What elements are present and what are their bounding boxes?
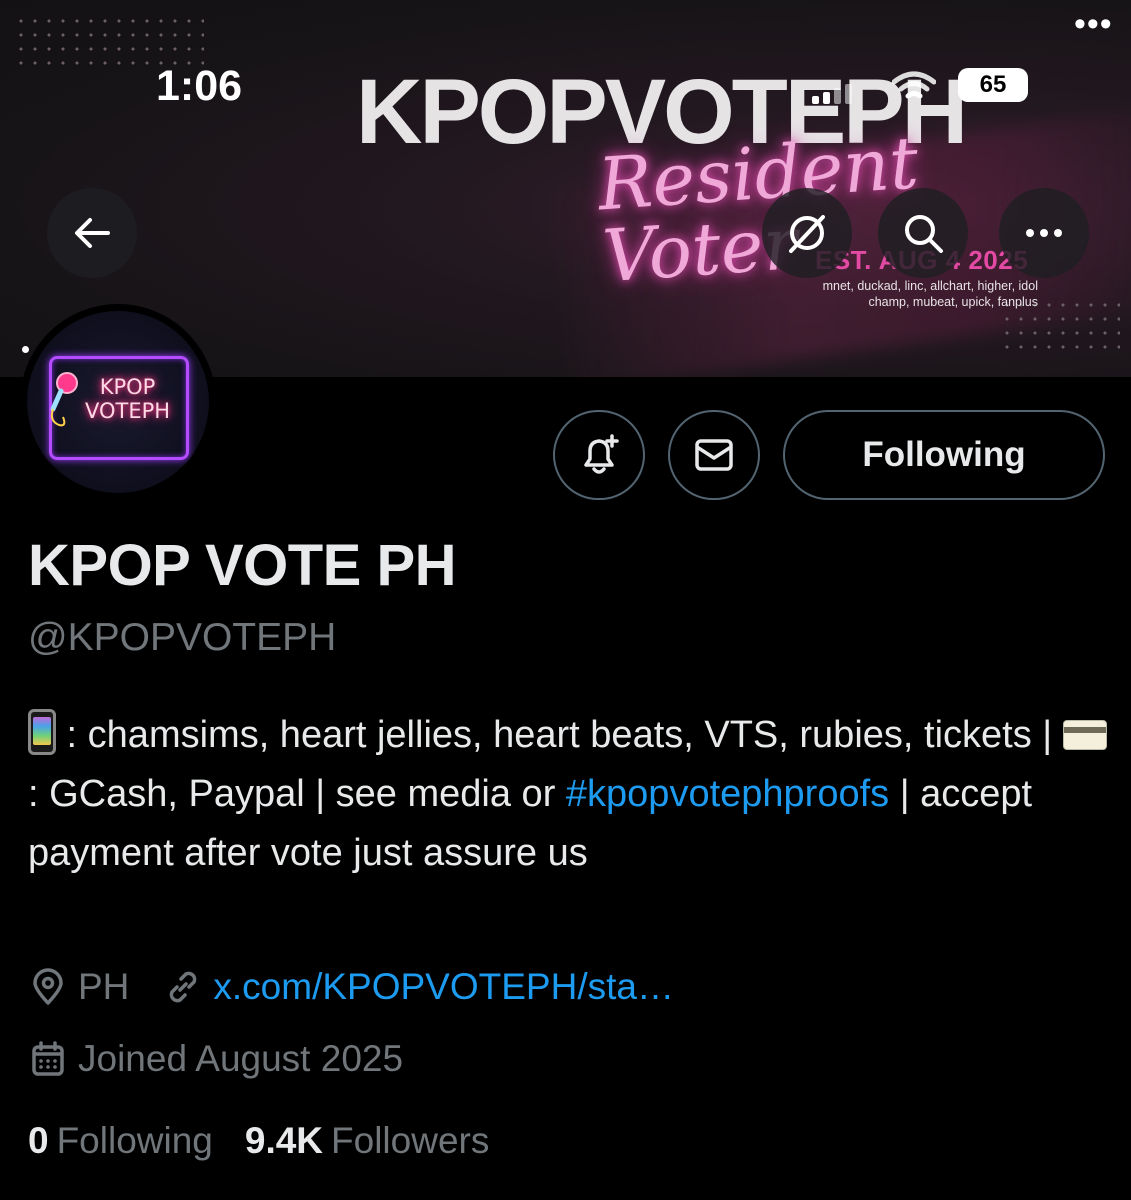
mail-icon (695, 439, 733, 471)
avatar-logo-text: KPOP VOTEPH (85, 375, 170, 423)
profile-meta-location-link: PH x.com/KPOPVOTEPH/sta… (28, 966, 708, 1008)
avatar-image: KPOP VOTEPH (27, 311, 209, 493)
bio-part-2: : GCash, Paypal | see media or (28, 773, 566, 815)
follow-stats: 0 Following 9.4K Followers (28, 1120, 521, 1162)
bell-plus-icon (584, 434, 619, 474)
cell-signal-icon (812, 84, 852, 104)
bio-part-1: : chamsims, heart jellies, heart beats, … (56, 714, 1063, 756)
banner-platforms-line2: champ, mubeat, upick, fanplus (868, 295, 1038, 310)
location-text: PH (78, 966, 130, 1007)
profile-meta-joined: Joined August 2025 (28, 1038, 437, 1080)
avatar[interactable]: KPOP VOTEPH (20, 304, 216, 500)
joined-date: Joined August 2025 (78, 1038, 404, 1079)
back-arrow-icon (75, 218, 110, 248)
notifications-button[interactable] (553, 410, 645, 500)
followers-count-link[interactable]: 9.4K Followers (245, 1120, 489, 1162)
more-options-button[interactable] (999, 188, 1089, 278)
avatar-line1: KPOP (99, 375, 156, 399)
calendar-icon (32, 1041, 64, 1076)
search-icon (905, 215, 943, 253)
username-handle: @KPOPVOTEPH (28, 616, 337, 659)
profile-bio: : chamsims, heart jellies, heart beats, … (28, 706, 1108, 883)
followers-label: Followers (331, 1120, 490, 1161)
avatar-line2: VOTEPH (85, 399, 171, 423)
link-icon (170, 971, 197, 1003)
banner-platform-list: mnet, duckad, linc, allchart, higher, id… (818, 278, 1038, 311)
microphone-icon (50, 372, 78, 427)
followers-count: 9.4K (244, 1120, 324, 1161)
display-name: KPOP VOTE PH (28, 533, 457, 598)
joined-item: Joined August 2025 (28, 1038, 403, 1080)
more-icon (1026, 229, 1062, 237)
bio-hashtag-link[interactable]: #kpopvotephproofs (566, 773, 889, 815)
grok-icon (789, 215, 825, 253)
following-button[interactable]: Following (783, 410, 1105, 500)
wifi-icon (892, 71, 936, 99)
top-more-icon[interactable]: ••• (1074, 7, 1113, 41)
website-item[interactable]: x.com/KPOPVOTEPH/sta… (163, 966, 674, 1008)
credit-card-icon (1062, 720, 1107, 750)
battery-indicator: 65 (958, 68, 1028, 102)
message-button[interactable] (668, 410, 760, 500)
search-button[interactable] (878, 188, 968, 278)
website-link[interactable]: x.com/KPOPVOTEPH/sta… (213, 966, 674, 1008)
location-pin-icon (33, 968, 63, 1005)
banner-platforms-line1: mnet, duckad, linc, allchart, higher, id… (822, 279, 1038, 293)
back-button[interactable] (47, 188, 137, 278)
following-count: 0 (28, 1120, 49, 1161)
status-bar-time: 1:06 (156, 62, 243, 110)
location-item: PH (28, 966, 129, 1008)
grok-button[interactable] (762, 188, 852, 278)
mobile-phone-icon (28, 709, 56, 755)
indicator-dot (22, 346, 29, 353)
following-count-link[interactable]: 0 Following (28, 1120, 213, 1162)
following-label: Following (56, 1120, 213, 1161)
